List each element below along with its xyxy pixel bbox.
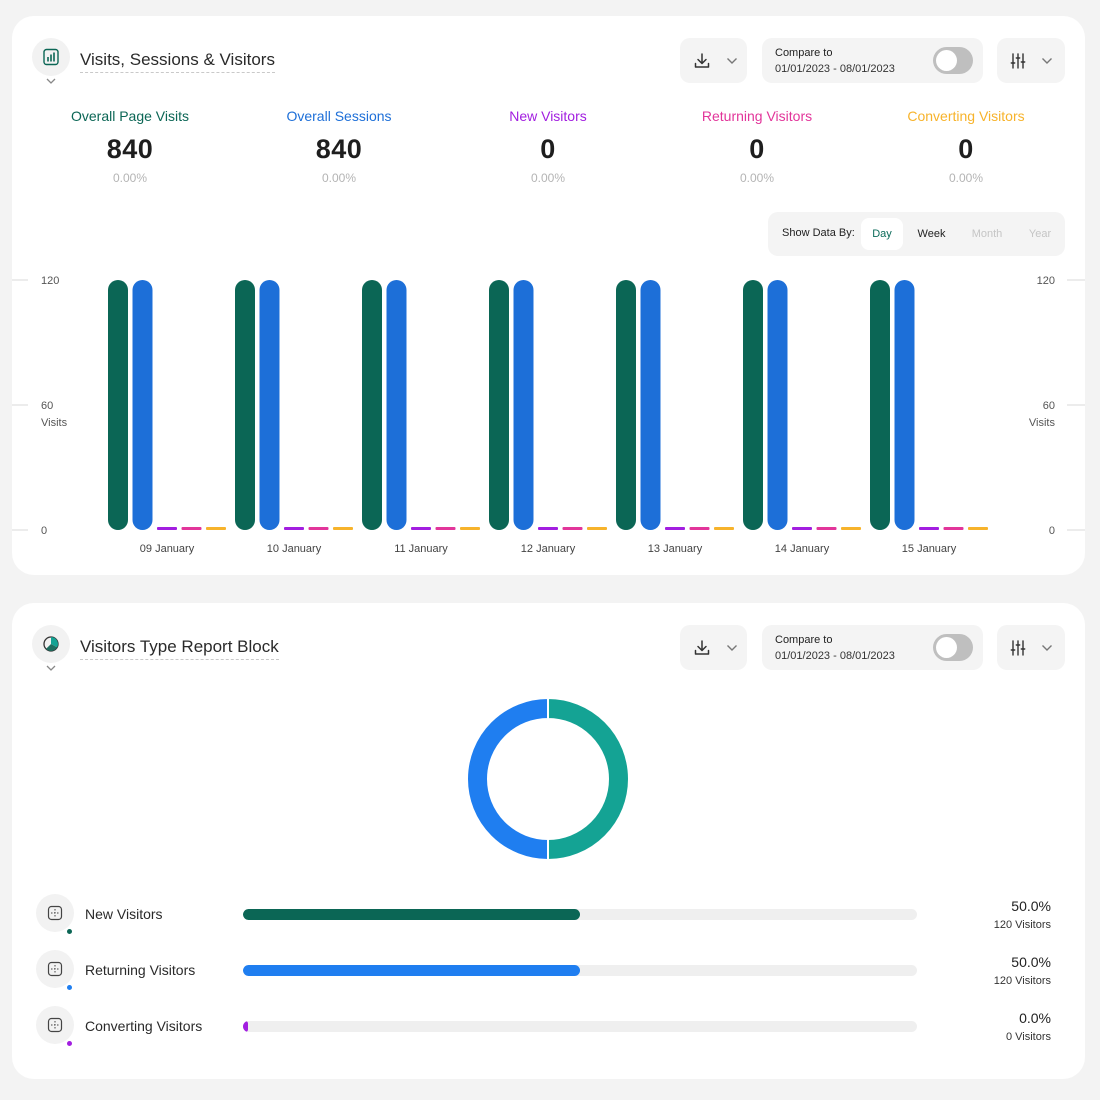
- bar: [714, 527, 734, 530]
- bar: [870, 280, 890, 530]
- x-tick-label: 09 January: [140, 543, 195, 555]
- bar: [308, 527, 329, 530]
- visitor-type-name: Returning Visitors: [85, 962, 196, 978]
- chevron-down-icon: [46, 665, 56, 671]
- bar: [689, 527, 710, 530]
- progress-fill: [243, 1021, 248, 1032]
- download-button[interactable]: [680, 625, 747, 670]
- progress-track: [243, 1021, 917, 1032]
- visitors-type-card: Visitors Type Report Block Compare to 01…: [12, 603, 1085, 1079]
- card-type-selector[interactable]: [32, 625, 70, 671]
- sliders-icon: [1010, 639, 1026, 656]
- bar: [587, 527, 607, 530]
- bar: [235, 280, 255, 530]
- bar: [968, 527, 988, 530]
- y-tick-label-left: 120: [41, 275, 59, 287]
- y-axis-label-right: Visits: [1029, 417, 1056, 429]
- bar: [460, 527, 480, 530]
- visitor-type-row-converting[interactable]: Converting Visitors 0.0% 0 Visitors: [12, 1006, 1085, 1050]
- y-tick-label-right: 0: [1049, 525, 1055, 537]
- bar: [108, 280, 128, 530]
- bar: [816, 527, 837, 530]
- y-tick-label-left: 0: [41, 525, 47, 537]
- visitor-type-icon: [36, 1006, 74, 1044]
- visits-bar-chart: 120 120 60 60 0 0 Visits Visits 09 January 10 Jan…: [12, 275, 1085, 555]
- grid-card-icon: [47, 1017, 63, 1033]
- x-tick-label: 14 January: [775, 543, 830, 555]
- compare-toggle[interactable]: [933, 634, 973, 661]
- y-tick-label-right: 120: [1037, 275, 1055, 287]
- x-tick-label: 15 January: [902, 543, 957, 555]
- x-tick-label: 13 January: [648, 543, 703, 555]
- compare-to-control: Compare to 01/01/2023 - 08/01/2023: [762, 625, 983, 670]
- visitor-type-icon: [36, 950, 74, 988]
- bar: [894, 280, 915, 530]
- visitor-type-count: 120 Visitors: [993, 919, 1051, 931]
- compare-date-range[interactable]: 01/01/2023 - 08/01/2023: [775, 650, 895, 662]
- bar: [640, 280, 661, 530]
- donut-slice: [466, 696, 549, 862]
- bar: [333, 527, 353, 530]
- pie-chart-icon: [43, 636, 59, 652]
- bar: [767, 280, 788, 530]
- bar: [943, 527, 964, 530]
- y-tick-label-left: 60: [41, 400, 53, 412]
- visitor-type-name: New Visitors: [85, 906, 163, 922]
- visits-sessions-card: Visits, Sessions & Visitors Compare to 0…: [12, 16, 1085, 575]
- visitors-type-donut: [466, 696, 630, 862]
- grid-card-icon: [47, 905, 63, 921]
- visitor-type-percent: 50.0%: [1011, 898, 1051, 914]
- bar: [538, 527, 558, 530]
- y-tick-label-right: 60: [1043, 400, 1055, 412]
- bar: [743, 280, 763, 530]
- visitor-type-count: 120 Visitors: [993, 975, 1051, 987]
- progress-fill: [243, 965, 580, 976]
- progress-track: [243, 909, 917, 920]
- visitor-type-row-returning[interactable]: Returning Visitors 50.0% 120 Visitors: [12, 950, 1085, 994]
- visitor-type-name: Converting Visitors: [85, 1018, 203, 1034]
- compare-label: Compare to: [775, 633, 833, 646]
- donut-slice: [547, 696, 630, 862]
- chevron-down-icon: [1042, 644, 1052, 651]
- bar: [513, 280, 534, 530]
- x-tick-label: 10 January: [267, 543, 322, 555]
- progress-track: [243, 965, 917, 976]
- bar: [665, 527, 685, 530]
- visitor-type-percent: 0.0%: [1019, 1010, 1051, 1026]
- bar: [489, 280, 509, 530]
- bar: [435, 527, 456, 530]
- bar: [181, 527, 202, 530]
- card-title: Visitors Type Report Block: [80, 637, 279, 660]
- visitor-type-icon: [36, 894, 74, 932]
- bar: [157, 527, 177, 530]
- visitor-type-count: 0 Visitors: [1005, 1031, 1051, 1043]
- grid-card-icon: [47, 961, 63, 977]
- bar: [562, 527, 583, 530]
- bar: [616, 280, 636, 530]
- legend-color-dot: [67, 985, 72, 990]
- bar: [411, 527, 431, 530]
- bar: [259, 280, 280, 530]
- legend-color-dot: [67, 929, 72, 934]
- download-icon: [694, 639, 710, 655]
- legend-color-dot: [67, 1041, 72, 1046]
- bar: [284, 527, 304, 530]
- visitor-type-percent: 50.0%: [1011, 954, 1051, 970]
- chevron-down-icon: [727, 644, 737, 651]
- bar: [206, 527, 226, 530]
- progress-fill: [243, 909, 580, 920]
- x-tick-label: 11 January: [394, 543, 448, 555]
- bar: [792, 527, 812, 530]
- bar: [386, 280, 407, 530]
- bar: [132, 280, 153, 530]
- bar: [919, 527, 939, 530]
- bar: [841, 527, 861, 530]
- x-tick-label: 12 January: [521, 543, 576, 555]
- filter-settings-button[interactable]: [997, 625, 1065, 670]
- bar: [362, 280, 382, 530]
- visitor-type-row-new[interactable]: New Visitors 50.0% 120 Visitors: [12, 894, 1085, 938]
- y-axis-label-left: Visits: [41, 417, 68, 429]
